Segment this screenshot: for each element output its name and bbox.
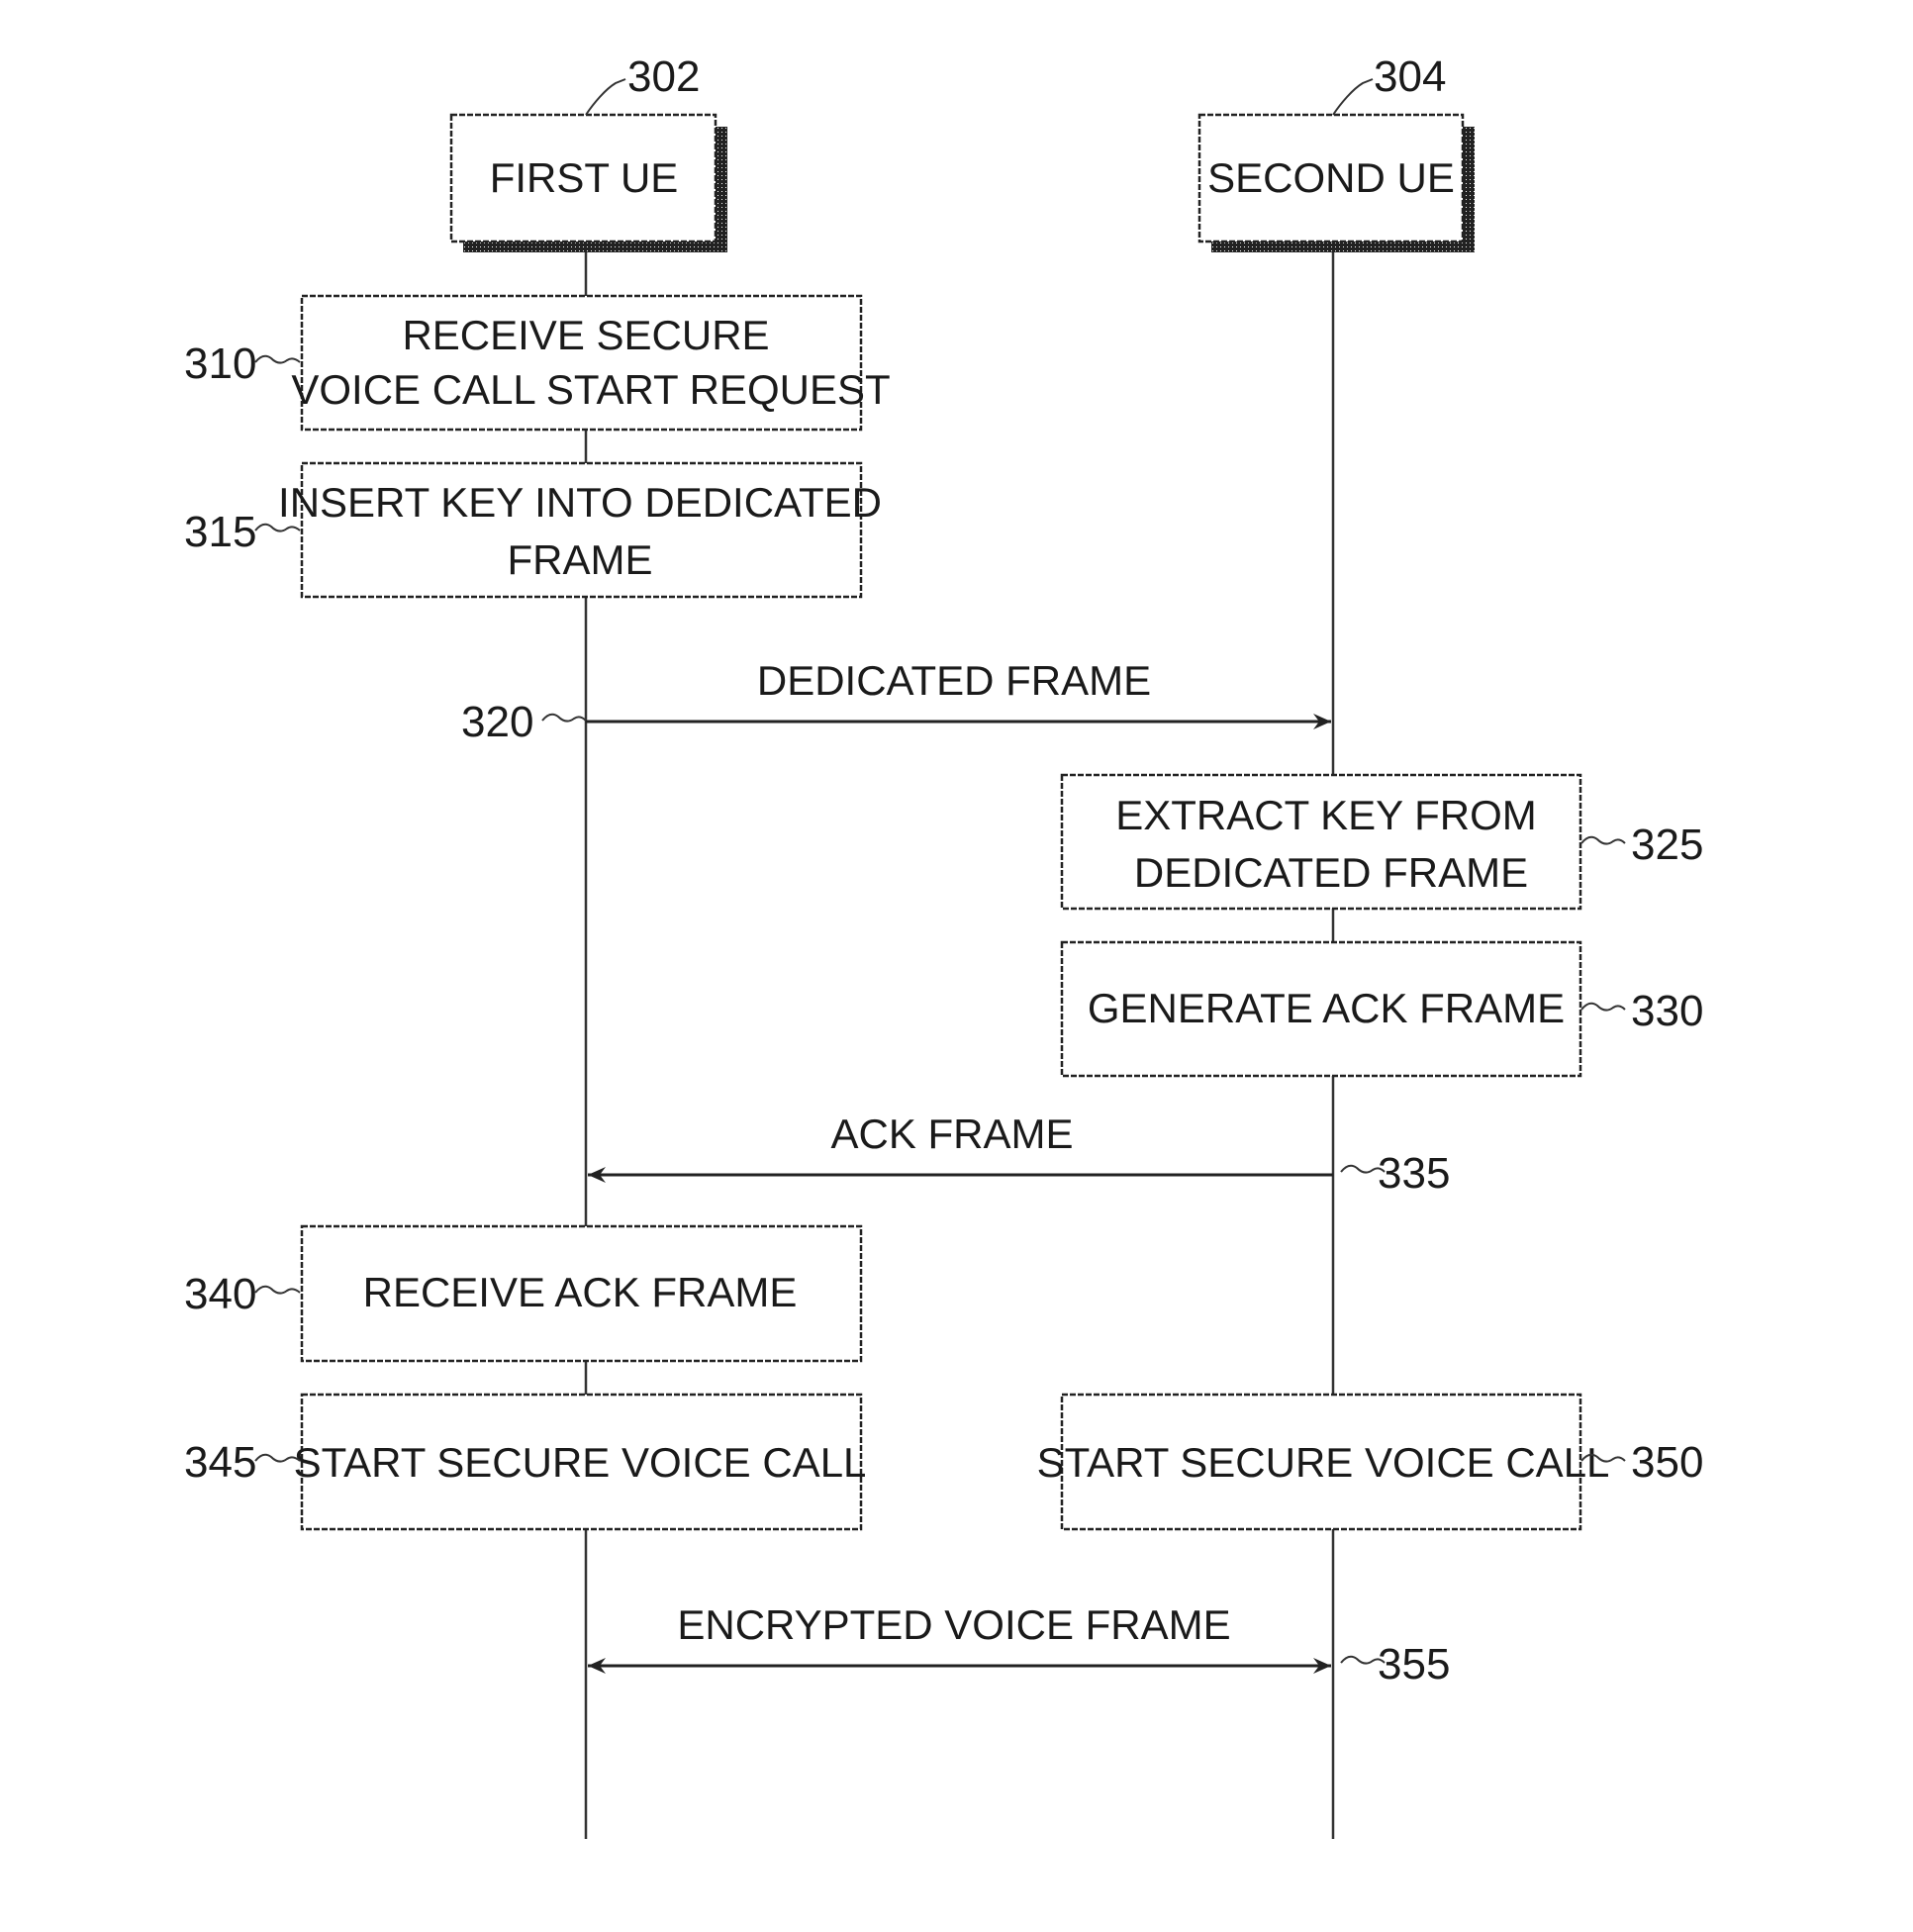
leader-tilde [1580,835,1626,845]
message-355-encrypted-voice-frame: ENCRYPTED VOICE FRAME 355 [588,1601,1450,1689]
step-340-box: RECEIVE ACK FRAME 340 [184,1224,863,1363]
message-label: ACK FRAME [830,1111,1073,1157]
participant-label: FIRST UE [490,154,679,201]
ref-number: 304 [1374,52,1446,101]
sequence-diagram: FIRST UE 302 SECOND UE 304 RECEIVE SECUR… [184,52,1703,1839]
ref-number: 335 [1378,1149,1450,1198]
ref-number: 302 [627,52,700,101]
participant-first-ue: FIRST UE 302 [449,52,727,252]
ref-number: 325 [1631,821,1703,869]
step-text-line: RECEIVE ACK FRAME [363,1269,798,1315]
leader-line [585,78,626,116]
message-320-dedicated-frame: DEDICATED FRAME 320 [461,657,1331,746]
step-text-line: EXTRACT KEY FROM [1115,792,1537,838]
ref-number: 315 [184,508,256,556]
step-text-line: START SECURE VOICE CALL [294,1439,867,1486]
ref-number: 320 [461,698,533,746]
ref-number: 330 [1631,987,1703,1035]
message-335-ack-frame: ACK FRAME 335 [588,1111,1450,1198]
step-text-line: INSERT KEY INTO DEDICATED [278,479,882,526]
step-325-box: EXTRACT KEY FROM DEDICATED FRAME 325 [1060,773,1703,911]
step-text-line: START SECURE VOICE CALL [1037,1439,1610,1486]
step-345-box: START SECURE VOICE CALL 345 [184,1393,867,1531]
step-text-line: FRAME [508,536,653,583]
step-310-box: RECEIVE SECURE VOICE CALL START REQUEST … [184,294,891,432]
ref-number: 310 [184,339,256,388]
step-315-box: INSERT KEY INTO DEDICATED FRAME 315 [184,461,882,599]
message-label: ENCRYPTED VOICE FRAME [677,1601,1230,1648]
ref-number: 350 [1631,1438,1703,1487]
ref-number: 345 [184,1438,256,1487]
ref-number: 340 [184,1270,256,1318]
ref-number: 355 [1378,1640,1450,1689]
step-text-line: VOICE CALL START REQUEST [291,366,890,413]
step-text-line: RECEIVE SECURE [402,312,769,358]
message-label: DEDICATED FRAME [757,657,1151,704]
leader-tilde [254,1285,301,1295]
leader-tilde [541,713,587,723]
leader-tilde [1580,1002,1626,1012]
step-350-box: START SECURE VOICE CALL 350 [1037,1393,1703,1531]
step-text-line: DEDICATED FRAME [1134,849,1528,896]
leader-line [1332,78,1374,116]
leader-tilde [254,354,301,364]
step-330-box: GENERATE ACK FRAME 330 [1060,940,1703,1078]
participant-second-ue: SECOND UE 304 [1197,52,1475,252]
step-text-line: GENERATE ACK FRAME [1088,985,1565,1031]
participant-label: SECOND UE [1207,154,1455,201]
